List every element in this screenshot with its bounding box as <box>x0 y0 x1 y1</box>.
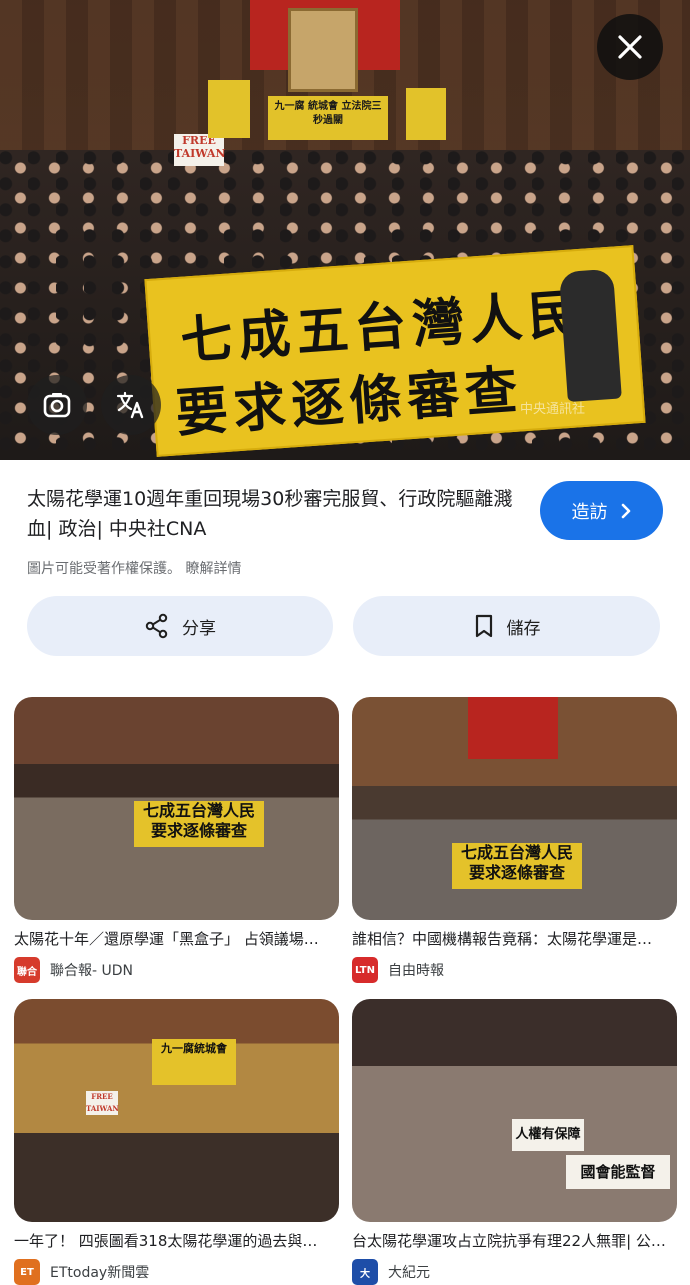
image-sign-free-taiwan: FREE TAIWAN <box>174 134 226 166</box>
save-label: 儲存 <box>506 618 541 639</box>
thumb-banner-line2: 要求逐條審查 <box>150 821 247 840</box>
source-name: ETtoday新聞雲 <box>50 1265 150 1281</box>
thumb-sign: 國會能監督 <box>566 1155 670 1189</box>
thumb-banner: 九一腐統城會 <box>152 1039 236 1085</box>
translate-button[interactable] <box>101 375 161 435</box>
thumb-flag <box>468 697 558 759</box>
main-image[interactable]: FREE TAIWAN 九一腐 統城會 立法院三秒過關 七成五台灣人民 要求逐條… <box>0 0 690 460</box>
related-source[interactable]: 大 大紀元 <box>352 1259 677 1285</box>
result-info: 太陽花學運10週年重回現場30秒審完服貿、行政院驅離濺血| 政治| 中央社CNA… <box>27 484 527 578</box>
save-button[interactable]: 儲存 <box>353 596 660 656</box>
lens-button[interactable] <box>27 375 87 435</box>
lens-icon <box>43 393 71 418</box>
thumb-banner: 七成五台灣人民 要求逐條審查 <box>134 801 264 847</box>
image-banner: 七成五台灣人民 要求逐條審查 <box>144 245 646 457</box>
bookmark-icon <box>475 614 492 638</box>
related-thumbnail[interactable]: 七成五台灣人民 要求逐條審查 <box>14 697 339 920</box>
related-caption[interactable]: 太陽花十年／還原學運「黑盒子」 占領議場… <box>14 928 339 949</box>
image-watermark: 中央通訊社 <box>520 402 586 417</box>
related-card[interactable]: 七成五台灣人民 要求逐條審查 太陽花十年／還原學運「黑盒子」 占領議場… 聯合 … <box>14 697 339 983</box>
related-source[interactable]: ET ETtoday新聞雲 <box>14 1259 339 1285</box>
source-logo-icon: 聯合 <box>14 957 40 983</box>
copyright-note[interactable]: 圖片可能受著作權保護。 瞭解詳情 <box>27 558 527 578</box>
thumb-banner-line2: 要求逐條審查 <box>468 863 565 882</box>
related-card[interactable]: 九一腐統城會 FREE TAIWAN 一年了！ 四張圖看318太陽花學運的過去與… <box>14 999 339 1285</box>
visit-button[interactable]: 造訪 <box>540 481 663 540</box>
related-source[interactable]: 聯合 聯合報- UDN <box>14 957 339 983</box>
source-name: 自由時報 <box>388 963 444 979</box>
image-sign-left <box>208 80 250 138</box>
related-caption[interactable]: 誰相信？中國機構報告竟稱：太陽花學運是… <box>352 928 677 949</box>
related-source[interactable]: LTN 自由時報 <box>352 957 677 983</box>
share-icon <box>145 613 168 639</box>
result-title[interactable]: 太陽花學運10週年重回現場30秒審完服貿、行政院驅離濺血| 政治| 中央社CNA <box>27 484 527 544</box>
thumb-sign: FREE TAIWAN <box>86 1091 119 1115</box>
thumb-banner-line2: 國會能監督 <box>580 1163 656 1181</box>
source-logo-icon: ET <box>14 1259 40 1285</box>
share-button[interactable]: 分享 <box>27 596 333 656</box>
share-label: 分享 <box>182 618 216 639</box>
source-logo-icon: LTN <box>352 957 378 983</box>
related-caption[interactable]: 一年了！ 四張圖看318太陽花學運的過去與… <box>14 1230 339 1251</box>
thumb-sign: 人權有保障 <box>512 1119 584 1151</box>
related-thumbnail[interactable]: 人權有保障 國會能監督 <box>352 999 677 1222</box>
chevron-right-icon <box>621 503 630 518</box>
related-card[interactable]: 人權有保障 國會能監督 台太陽花學運攻占立院抗爭有理22人無罪| 公… 大 大紀… <box>352 999 677 1285</box>
thumb-banner-line1: 七成五台灣人民 <box>460 843 573 862</box>
source-name: 聯合報- UDN <box>50 963 134 979</box>
source-name: 大紀元 <box>388 1265 430 1281</box>
thumb-banner-line1: 人權有保障 <box>515 1127 581 1142</box>
thumb-banner-line1: 九一腐統城會 <box>161 1042 227 1055</box>
source-logo-icon: 大 <box>352 1259 378 1285</box>
related-thumbnail[interactable]: 九一腐統城會 FREE TAIWAN <box>14 999 339 1222</box>
related-thumbnail[interactable]: 七成五台灣人民 要求逐條審查 <box>352 697 677 920</box>
image-banner-fist <box>558 268 622 403</box>
image-sign-top: 九一腐 統城會 立法院三秒過關 <box>268 96 388 140</box>
visit-label: 造訪 <box>571 501 608 523</box>
close-icon <box>618 35 642 59</box>
thumb-banner-line2: FREE TAIWAN <box>86 1092 119 1113</box>
close-button[interactable] <box>597 14 663 80</box>
image-sign-right <box>406 88 446 140</box>
thumb-banner: 七成五台灣人民 要求逐條審查 <box>452 843 582 889</box>
translate-icon <box>116 391 144 419</box>
image-portrait <box>288 8 358 92</box>
thumb-banner-line1: 七成五台灣人民 <box>142 801 255 820</box>
related-caption[interactable]: 台太陽花學運攻占立院抗爭有理22人無罪| 公… <box>352 1230 677 1251</box>
related-card[interactable]: 七成五台灣人民 要求逐條審查 誰相信？中國機構報告竟稱：太陽花學運是… LTN … <box>352 697 677 983</box>
